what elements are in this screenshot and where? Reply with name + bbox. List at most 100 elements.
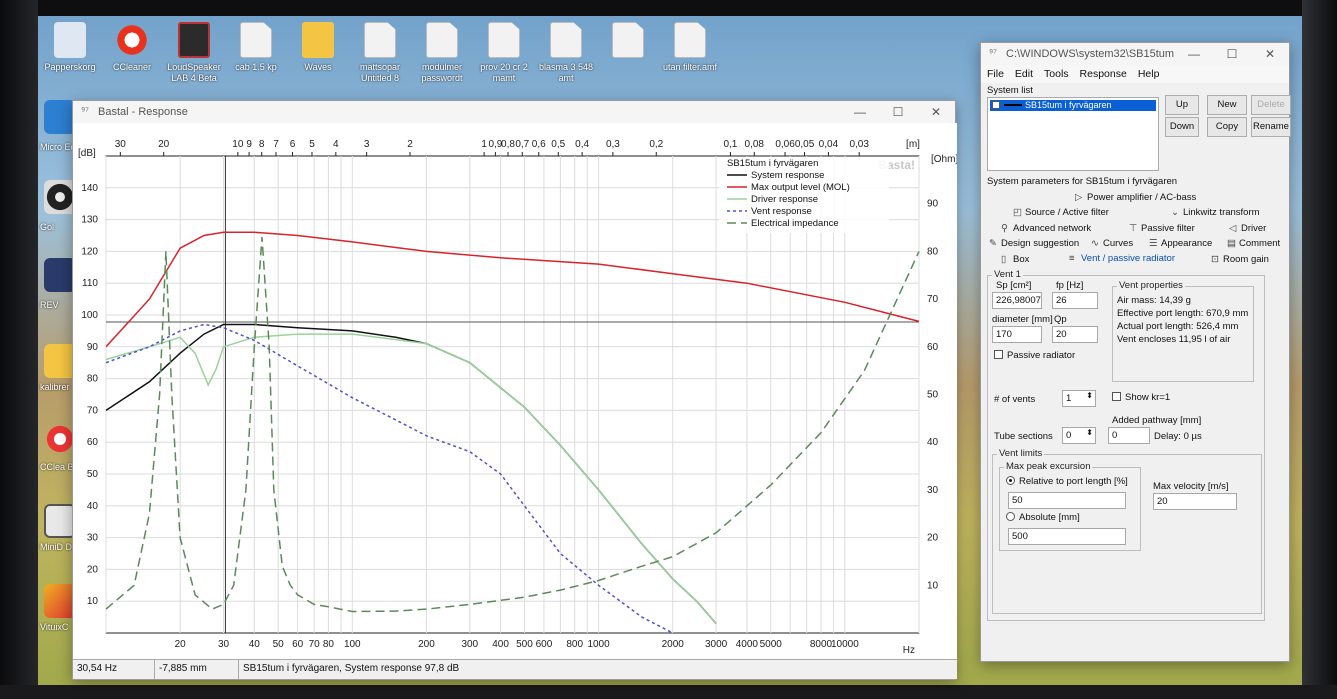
tab-driver[interactable]: ◁ Driver	[1229, 223, 1266, 234]
tab-linkwitz[interactable]: ⌄ Linkwitz transform	[1171, 207, 1260, 218]
top-tick-label: 4	[333, 139, 339, 150]
radio-selected-icon	[1006, 476, 1015, 485]
x-tick-label: 40	[249, 639, 261, 650]
top-tick-label: 30	[115, 139, 127, 150]
tab-design-suggestion[interactable]: ✎ Design suggestion	[989, 238, 1079, 249]
x-axis-label: Hz	[903, 645, 915, 656]
response-graph[interactable]: 20 30 40 50 60 70 80 100 200 300 400 500 600 800 1000 2…	[73, 123, 958, 659]
desktop-icon-file[interactable]: modulmer passwordt	[410, 22, 474, 84]
response-titlebar[interactable]: ⁹⁷ Bastal - Response — ☐ ✕	[73, 101, 955, 123]
x-tick-label: 500	[516, 639, 533, 650]
passive-radiator-checkbox[interactable]: Passive radiator	[994, 350, 1075, 361]
down-button[interactable]: Down	[1165, 117, 1199, 137]
num-vents-spinner[interactable]: 1 ⬍	[1062, 390, 1096, 407]
tab-curves[interactable]: ∿ Curves	[1091, 238, 1133, 249]
top-tick-label: 0,2	[649, 139, 663, 150]
minimize-icon[interactable]: —	[841, 105, 879, 119]
system-window: ⁹⁷ C:\WINDOWS\system32\SB15tum i f... — …	[980, 42, 1291, 662]
checkbox-icon	[994, 350, 1003, 359]
menu-file[interactable]: File	[987, 68, 1004, 80]
y-tick-label: 30	[87, 533, 99, 544]
tab-passive-filter[interactable]: ⊤ Passive filter	[1129, 223, 1195, 234]
tab-box[interactable]: ▯ Box	[1001, 254, 1029, 265]
delete-button[interactable]: Delete	[1251, 95, 1291, 115]
spinner-arrows-icon[interactable]: ⬍	[1086, 391, 1093, 400]
up-button[interactable]: Up	[1165, 95, 1199, 115]
menu-response[interactable]: Response	[1080, 68, 1127, 80]
close-icon[interactable]: ✕	[917, 105, 955, 119]
x-tick-label: 60	[292, 639, 304, 650]
tab-comment[interactable]: ▤ Comment	[1227, 238, 1280, 249]
response-chart-svg[interactable]: 20 30 40 50 60 70 80 100 200 300 400 500 600 800 1000 2…	[73, 123, 958, 659]
tab-advanced-network[interactable]: ⚲ Advanced network	[1001, 223, 1091, 234]
sp-input[interactable]: 226,98007	[992, 292, 1042, 309]
top-tick-label: 1	[481, 139, 487, 150]
top-tick-label: 0,03	[849, 139, 869, 150]
x-tick-label: 800	[566, 639, 583, 650]
desktop-icon-file[interactable]: utan filter.amf	[658, 22, 722, 73]
checkbox-icon[interactable]	[992, 101, 1000, 109]
top-tick-label: 8	[259, 139, 265, 150]
max-velocity-label: Max velocity [m/s]	[1153, 481, 1229, 492]
top-axis-label: [m]	[906, 139, 920, 150]
system-params-title: System parameters for SB15tum i fyrvägar…	[987, 176, 1178, 187]
max-velocity-input[interactable]: 20	[1153, 493, 1237, 510]
tab-source[interactable]: ◰ Source / Active filter	[1013, 207, 1109, 218]
diameter-input[interactable]: 170	[992, 326, 1042, 343]
vent-group: Vent 1 Sp [cm²] 226,98007 fp [Hz] 26 dia…	[987, 269, 1265, 621]
desktop-icon-file[interactable]: cab 1.5 kp	[224, 22, 288, 73]
tab-label: Advanced network	[1013, 223, 1092, 234]
desktop-icon-file[interactable]: prov 20 cr 2 mamt	[472, 22, 536, 84]
y-tick-label: 110	[82, 278, 98, 289]
desktop-icon-folder[interactable]: Waves	[286, 22, 350, 73]
menu-edit[interactable]: Edit	[1015, 68, 1033, 80]
system-titlebar[interactable]: ⁹⁷ C:\WINDOWS\system32\SB15tum i f... — …	[981, 43, 1289, 65]
tab-vent[interactable]: ≡ Vent / passive radiator	[1069, 253, 1175, 264]
line-swatch-icon	[1004, 104, 1022, 106]
relative-input[interactable]: 50	[1008, 492, 1126, 509]
copy-button[interactable]: Copy	[1207, 117, 1247, 137]
tab-appearance[interactable]: ☰ Appearance	[1149, 238, 1212, 249]
rename-button[interactable]: Rename	[1251, 117, 1291, 137]
menu-tools[interactable]: Tools	[1044, 68, 1069, 80]
menu-help[interactable]: Help	[1138, 68, 1160, 80]
added-pathway-input[interactable]: 0	[1108, 427, 1150, 444]
window-title: C:\WINDOWS\system32\SB15tum i f...	[1006, 48, 1175, 60]
qp-input[interactable]: 20	[1052, 326, 1098, 343]
fp-input[interactable]: 26	[1052, 292, 1098, 309]
desktop-icon-label: blasma 3 548 amt	[538, 62, 594, 83]
desktop-icon-ccleaner[interactable]: CCleaner	[100, 22, 164, 73]
new-button[interactable]: New	[1207, 95, 1247, 115]
desktop-icon-file[interactable]	[596, 22, 660, 62]
tab-power-amplifier[interactable]: ▷ Power amplifier / AC-bass	[1075, 192, 1196, 203]
absolute-radio[interactable]: Absolute [mm]	[1006, 512, 1080, 523]
system-listbox[interactable]: SB15tum i fyrvägaren	[987, 97, 1159, 171]
minimize-icon[interactable]: —	[1175, 47, 1213, 61]
desktop-icon-recycle-bin[interactable]: Papperskorg	[38, 22, 102, 73]
y-tick-label: 100	[81, 310, 98, 321]
system-list-item-selected[interactable]: SB15tum i fyrvägaren	[990, 100, 1156, 111]
desktop-icon-file[interactable]: blasma 3 548 amt	[534, 22, 598, 84]
tab-room-gain[interactable]: ⊡ Room gain	[1211, 254, 1269, 265]
spinner-arrows-icon[interactable]: ⬍	[1086, 428, 1093, 437]
speaker-icon: ◁	[1229, 223, 1237, 234]
maximize-icon[interactable]: ☐	[879, 105, 917, 119]
radio-icon	[1006, 512, 1015, 521]
tube-sections-spinner[interactable]: 0 ⬍	[1062, 427, 1096, 444]
pen-icon: ✎	[989, 238, 997, 249]
y-tick-label: 20	[87, 564, 99, 575]
absolute-input[interactable]: 500	[1008, 528, 1126, 545]
monitor-bezel	[0, 0, 38, 699]
y2-axis-label: [Ohm]	[931, 154, 957, 165]
legend-entry: Vent response	[751, 206, 812, 217]
close-icon[interactable]: ✕	[1251, 47, 1289, 61]
y2-tick-label: 30	[927, 485, 939, 496]
sp-label: Sp [cm²]	[996, 280, 1032, 291]
top-tick-label: 0,05	[795, 139, 815, 150]
show-kr-checkbox[interactable]: Show kr=1	[1112, 392, 1170, 403]
relative-radio[interactable]: Relative to port length [%]	[1006, 476, 1128, 487]
desktop-icon-file[interactable]: mattsopar Untitled 8	[348, 22, 412, 84]
maximize-icon[interactable]: ☐	[1213, 47, 1251, 61]
x-tick-label: 4000	[736, 639, 759, 650]
desktop-icon-loudspeaker-lab[interactable]: LoudSpeaker LAB 4 Beta	[162, 22, 226, 84]
